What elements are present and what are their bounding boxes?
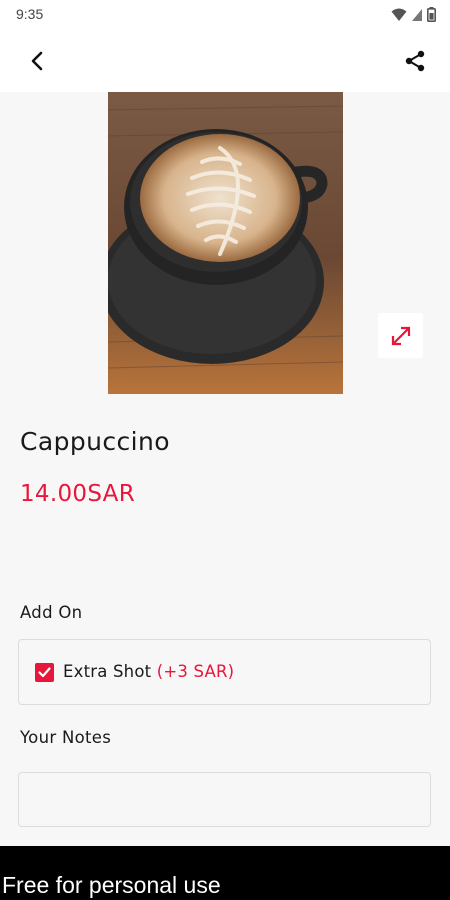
expand-image-button[interactable]	[378, 313, 423, 358]
share-button[interactable]	[396, 42, 434, 80]
notes-input[interactable]	[18, 772, 431, 827]
addon-checkbox[interactable]	[35, 663, 54, 682]
watermark-bar: Free for personal use	[0, 846, 450, 900]
battery-icon	[427, 7, 436, 22]
app-bar	[0, 30, 450, 92]
addon-option-extra-shot[interactable]: Extra Shot (+3 SAR)	[18, 639, 431, 705]
status-bar: 9:35	[0, 0, 450, 30]
signal-icon	[412, 8, 422, 21]
status-icons	[391, 7, 436, 22]
notes-section-title: Your Notes	[20, 728, 112, 747]
addon-label: Extra Shot (+3 SAR)	[63, 662, 234, 681]
expand-icon	[391, 326, 410, 345]
addon-name: Extra Shot	[63, 662, 152, 681]
share-icon	[405, 50, 425, 72]
status-time: 9:35	[16, 6, 44, 22]
addon-price: (+3 SAR)	[156, 662, 235, 681]
watermark-text: Free for personal use	[2, 872, 221, 898]
product-name: Cappuccino	[20, 427, 170, 456]
wifi-icon	[391, 8, 407, 21]
checkmark-icon	[38, 667, 51, 678]
cappuccino-photo	[108, 92, 343, 394]
back-button[interactable]	[18, 42, 56, 80]
addon-section-title: Add On	[20, 603, 83, 622]
product-price: 14.00SAR	[20, 481, 135, 507]
back-arrow-icon	[31, 51, 43, 71]
product-image[interactable]	[108, 92, 343, 394]
